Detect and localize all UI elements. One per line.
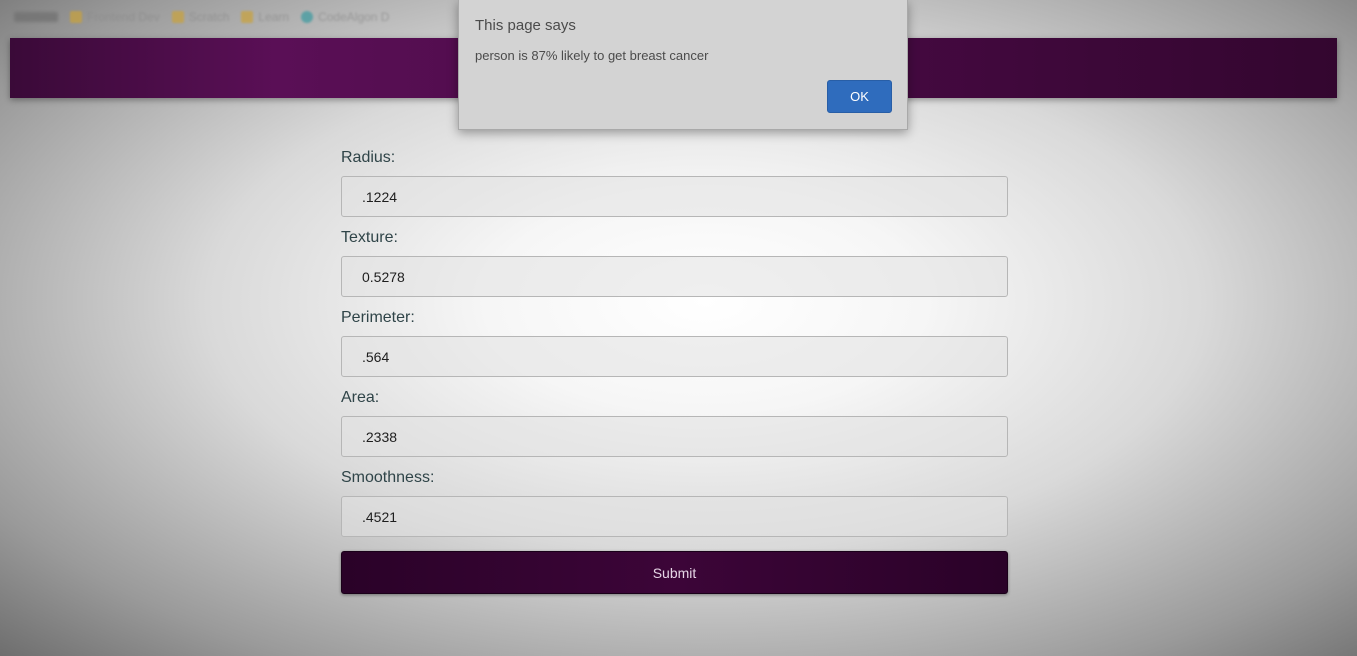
bookmark-label: CodeAlgon D	[318, 10, 390, 24]
perimeter-label: Perimeter:	[341, 309, 415, 326]
smoothness-label: Smoothness:	[341, 469, 435, 486]
alert-dialog: This page says person is 87% likely to g…	[458, 0, 908, 130]
bookmark-frontend[interactable]: Frontend Dev	[70, 10, 160, 24]
apps-icon[interactable]	[14, 12, 58, 22]
bookmark-learn[interactable]: Learn	[241, 10, 289, 24]
submit-button[interactable]: Submit	[341, 551, 1008, 594]
folder-icon	[70, 11, 82, 23]
alert-title: This page says	[475, 17, 576, 34]
smoothness-input[interactable]	[341, 496, 1008, 537]
texture-input[interactable]	[341, 256, 1008, 297]
bookmark-codealgon[interactable]: CodeAlgon D	[301, 10, 389, 24]
radius-label: Radius:	[341, 149, 396, 166]
radius-input[interactable]	[341, 176, 1008, 217]
area-input[interactable]	[341, 416, 1008, 457]
area-label: Area:	[341, 389, 380, 406]
texture-label: Texture:	[341, 229, 398, 246]
bookmark-label: Learn	[258, 10, 290, 24]
bookmark-scratch[interactable]: Scratch	[171, 10, 230, 24]
perimeter-input[interactable]	[341, 336, 1008, 377]
ok-button[interactable]: OK	[827, 80, 892, 113]
bookmark-label: Scratch	[188, 10, 230, 24]
bookmark-label: Frontend Dev	[87, 10, 160, 24]
folder-icon	[241, 11, 254, 23]
alert-message: person is 87% likely to get breast cance…	[475, 48, 709, 63]
globe-icon	[301, 11, 314, 23]
prediction-form: Radius: Texture: Perimeter: Area: Smooth…	[341, 146, 1008, 546]
folder-icon	[171, 11, 184, 23]
